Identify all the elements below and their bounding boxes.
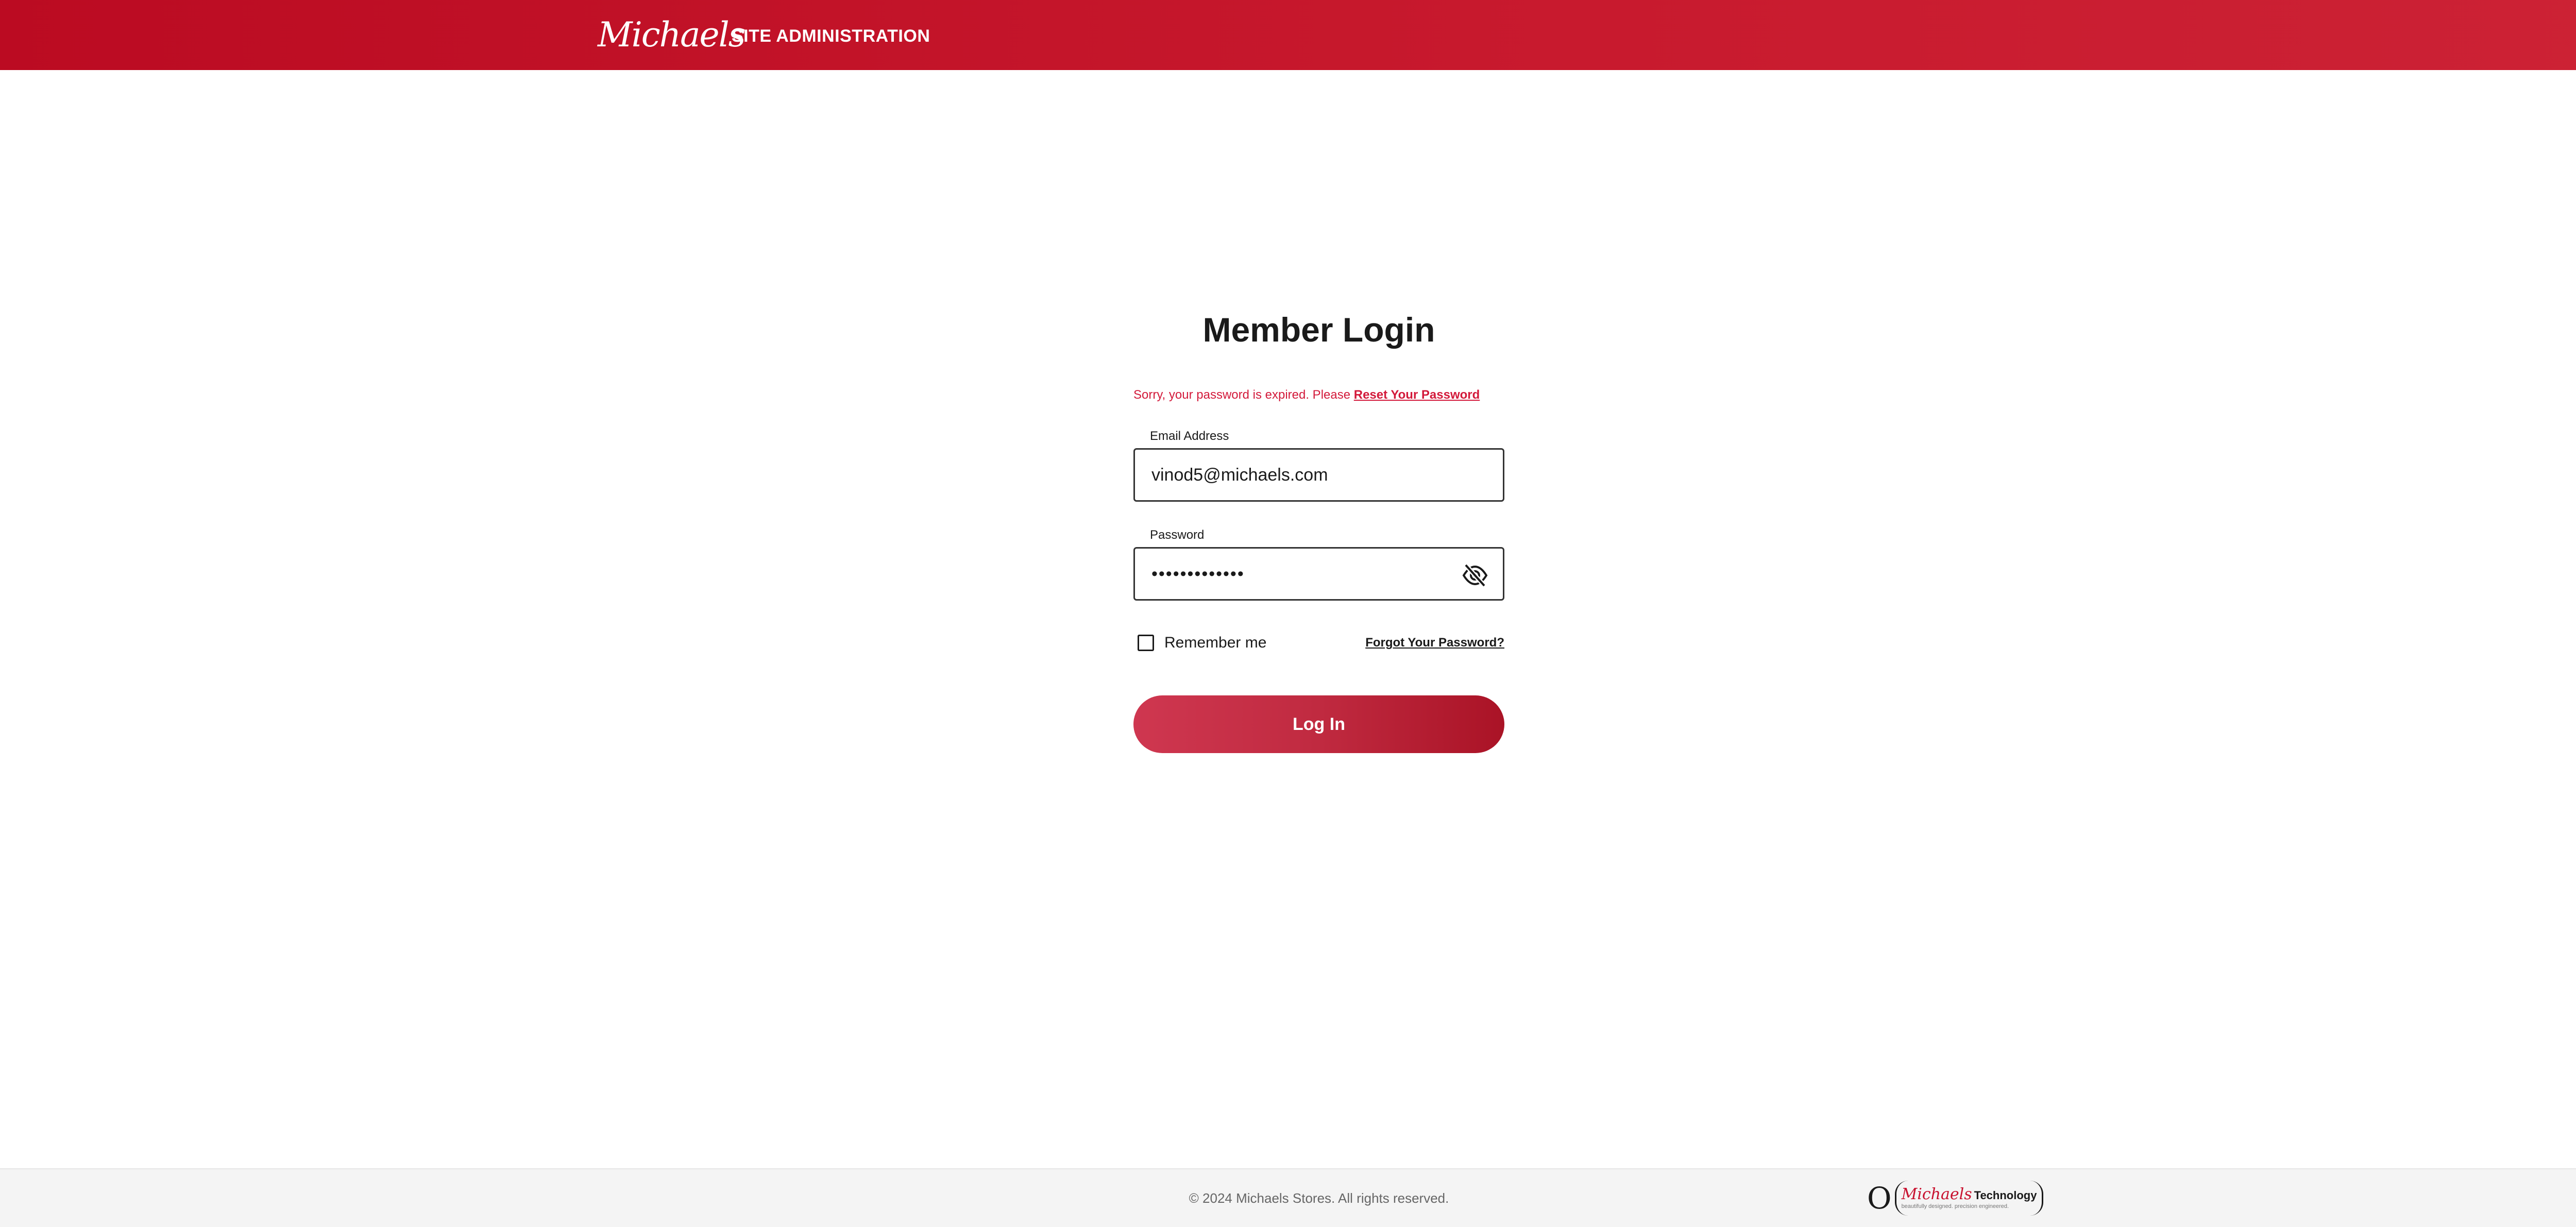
tech-logo-box: Michaels Technology beautifully designed… <box>1894 1181 2044 1216</box>
remember-me-checkbox[interactable] <box>1138 635 1154 651</box>
remember-row: Remember me Forgot Your Password? <box>1133 633 1504 653</box>
password-value: ••••••••••••• <box>1151 564 1245 584</box>
reset-password-link[interactable]: Reset Your Password <box>1354 388 1480 402</box>
page-title: Member Login <box>1202 311 1435 349</box>
tech-logo-brand: Michaels <box>1901 1185 1972 1203</box>
forgot-password-link[interactable]: Forgot Your Password? <box>1365 636 1504 650</box>
site-administration-title: SITE ADMINISTRATION <box>732 26 930 46</box>
log-in-button[interactable]: Log In <box>1133 695 1504 753</box>
tech-logo-mark: O <box>1867 1181 1892 1216</box>
michaels-technology-logo: O Michaels Technology beautifully design… <box>1867 1180 2044 1217</box>
password-field[interactable]: ••••••••••••• <box>1133 547 1504 601</box>
copyright-text: © 2024 Michaels Stores. All rights reser… <box>1189 1190 1449 1206</box>
tech-logo-top: Michaels Technology <box>1902 1186 2037 1203</box>
email-label: Email Address <box>1150 429 1229 443</box>
eye-off-icon[interactable] <box>1462 563 1488 588</box>
footer: © 2024 Michaels Stores. All rights reser… <box>0 1168 2576 1227</box>
remember-me-label[interactable]: Remember me <box>1164 634 1266 652</box>
top-header-bar: Michaels SITE ADMINISTRATION <box>0 0 2576 70</box>
password-label: Password <box>1150 528 1205 542</box>
error-text: Sorry, your password is expired. Please <box>1133 388 1354 402</box>
tech-logo-tagline: beautifully designed. precision engineer… <box>1901 1203 2009 1209</box>
login-form: Member Login Sorry, your password is exp… <box>1133 309 1504 753</box>
tech-logo-word: Technology <box>1974 1189 2037 1202</box>
password-expired-message: Sorry, your password is expired. Please … <box>1133 387 1504 403</box>
email-field[interactable]: vinod5@michaels.com <box>1133 448 1504 502</box>
email-value: vinod5@michaels.com <box>1151 465 1328 485</box>
remember-me[interactable]: Remember me <box>1133 634 1266 652</box>
michaels-logo[interactable]: Michaels <box>598 15 746 55</box>
